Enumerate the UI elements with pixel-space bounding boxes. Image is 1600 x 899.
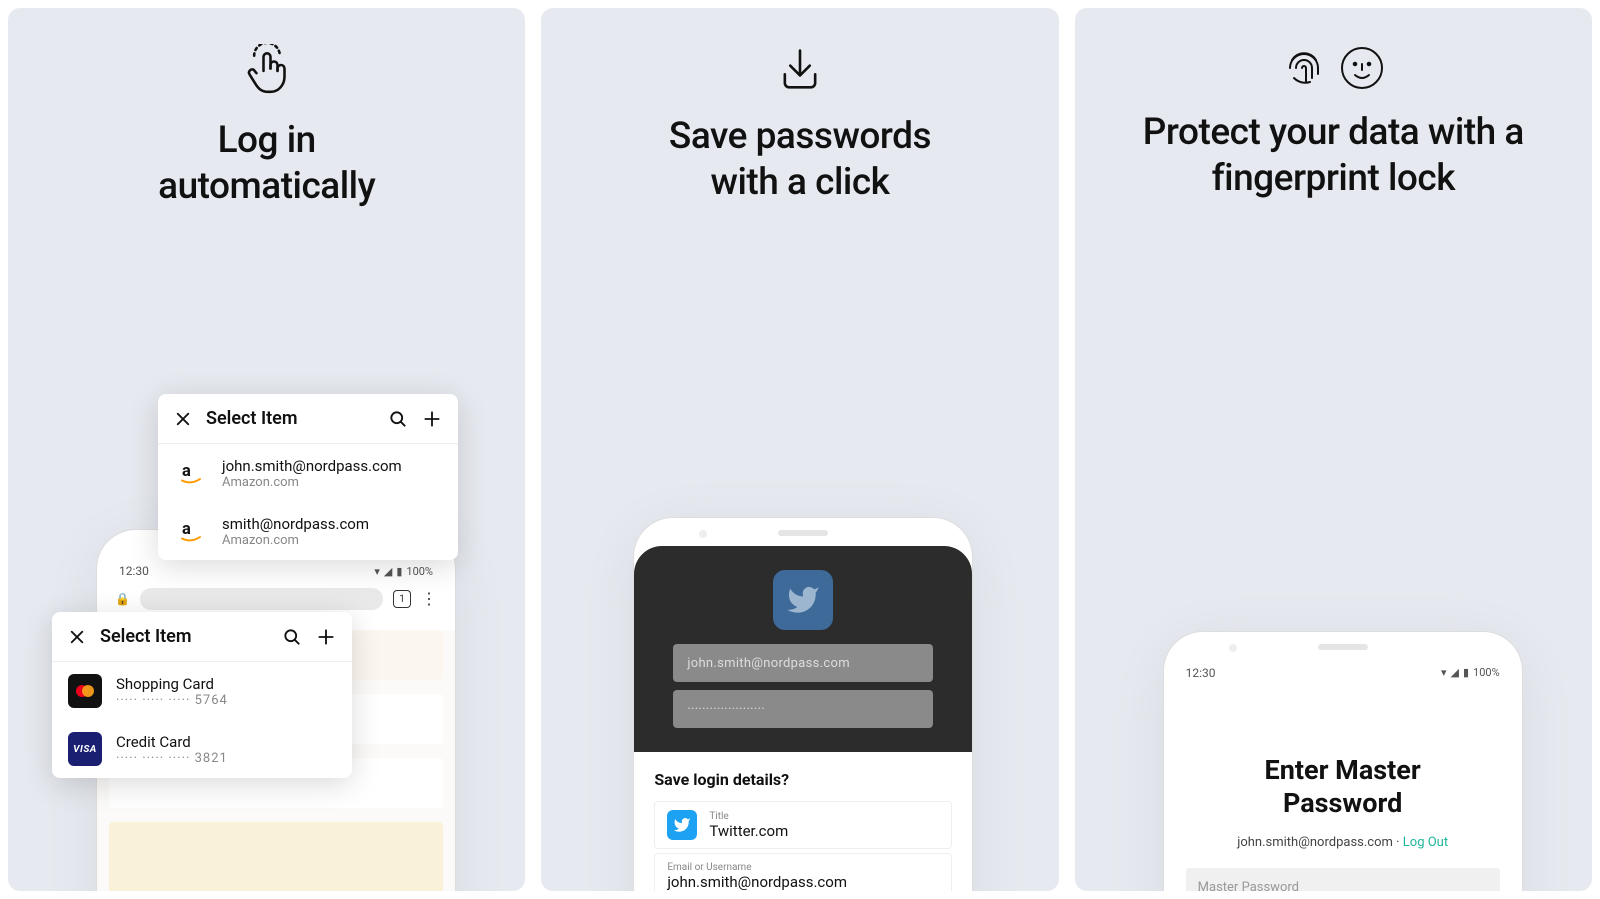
item-secondary: Amazon.com xyxy=(222,475,402,490)
search-icon[interactable] xyxy=(282,627,302,647)
hero-icon-row xyxy=(239,44,295,100)
field-label: Title xyxy=(709,811,939,822)
panel-save-passwords: Save passwordswith a click john.smith@no… xyxy=(541,8,1058,891)
wifi-icon: ▾ xyxy=(374,565,380,578)
phone-mock-2: john.smith@nordpass.com ················… xyxy=(633,517,973,891)
signal-icon: ◢ xyxy=(1451,666,1459,679)
item-secondary: ····· ····· ····· 3821 xyxy=(116,751,228,766)
title-field[interactable]: Title Twitter.com xyxy=(654,801,952,849)
item-primary: smith@nordpass.com xyxy=(222,515,369,533)
item-primary: Shopping Card xyxy=(116,675,228,693)
field-label: Email or Username xyxy=(667,862,939,873)
svg-text:a: a xyxy=(182,520,191,539)
lock-icon: 🔒 xyxy=(115,592,130,606)
field-value: Twitter.com xyxy=(709,822,939,840)
status-bar: 12:30 ▾ ◢ ▮ 100% xyxy=(97,558,455,582)
account-email: john.smith@nordpass.com xyxy=(1237,835,1393,850)
tab-count[interactable]: 1 xyxy=(393,590,411,608)
account-line: john.smith@nordpass.com · Log Out xyxy=(1186,835,1500,850)
site-password-field[interactable]: ····················· xyxy=(673,690,933,728)
card-item[interactable]: Shopping Card ····· ····· ····· 5764 xyxy=(52,662,352,720)
card-item[interactable]: VISA Credit Card ····· ····· ····· 3821 xyxy=(52,720,352,778)
face-id-icon xyxy=(1338,44,1386,92)
browser-menu-icon[interactable]: ⋮ xyxy=(421,591,437,607)
svg-text:a: a xyxy=(182,462,191,481)
battery-icon: ▮ xyxy=(1463,666,1469,679)
add-icon[interactable] xyxy=(316,627,336,647)
select-item-accounts-popup: Select Item a john.smith@nordpass.com Am… xyxy=(158,394,458,560)
popup-title: Select Item xyxy=(100,626,268,647)
fingerprint-icon xyxy=(1280,44,1328,92)
battery-icon: ▮ xyxy=(396,565,402,578)
status-time: 12:30 xyxy=(119,564,149,578)
amazon-icon: a xyxy=(174,456,208,490)
search-icon[interactable] xyxy=(388,409,408,429)
amazon-icon: a xyxy=(174,514,208,548)
username-field[interactable]: Email or Username john.smith@nordpass.co… xyxy=(654,853,952,891)
panel2-title: Save passwordswith a click xyxy=(669,114,931,207)
wifi-icon: ▾ xyxy=(1441,666,1447,679)
popup-title: Select Item xyxy=(206,408,374,429)
address-field[interactable] xyxy=(140,588,383,610)
item-primary: Credit Card xyxy=(116,733,228,751)
account-item[interactable]: a smith@nordpass.com Amazon.com xyxy=(158,502,458,560)
account-item[interactable]: a john.smith@nordpass.com Amazon.com xyxy=(158,444,458,502)
logout-link[interactable]: Log Out xyxy=(1403,835,1448,850)
item-primary: john.smith@nordpass.com xyxy=(222,457,402,475)
field-value: john.smith@nordpass.com xyxy=(667,873,939,891)
close-icon[interactable] xyxy=(68,628,86,646)
panel1-title: Log inautomatically xyxy=(158,118,375,211)
hero-icon-row xyxy=(1280,44,1386,92)
download-tray-icon xyxy=(774,44,826,96)
tap-hand-icon xyxy=(239,44,295,100)
master-password-title: Enter MasterPassword xyxy=(1186,754,1500,822)
save-login-sheet: Save login details? Title Twitter.com Em… xyxy=(634,752,972,891)
panel-fingerprint-lock: Protect your data with afingerprint lock… xyxy=(1075,8,1592,891)
panel3-title: Protect your data with afingerprint lock xyxy=(1143,110,1524,203)
battery-pct: 100% xyxy=(1473,666,1500,679)
phone-mock-3: 12:30 ▾ ◢ ▮ 100% Enter MasterPassword jo… xyxy=(1163,631,1523,892)
item-secondary: Amazon.com xyxy=(222,533,369,548)
status-bar: 12:30 ▾ ◢ ▮ 100% xyxy=(1164,660,1522,684)
browser-url-bar: 🔒 1 ⋮ xyxy=(97,582,455,616)
select-item-cards-popup: Select Item Shopping Card ····· ····· ··… xyxy=(52,612,352,778)
sheet-title: Save login details? xyxy=(654,770,952,789)
twitter-icon xyxy=(667,810,697,840)
close-icon[interactable] xyxy=(174,410,192,428)
battery-pct: 100% xyxy=(406,565,433,578)
twitter-app-icon xyxy=(773,570,833,630)
item-secondary: ····· ····· ····· 5764 xyxy=(116,693,228,708)
visa-icon: VISA xyxy=(68,732,102,766)
status-time: 12:30 xyxy=(1186,666,1216,680)
site-email-field[interactable]: john.smith@nordpass.com xyxy=(673,644,933,682)
hero-icon-row xyxy=(774,44,826,96)
master-password-input[interactable]: Master Password xyxy=(1186,868,1500,891)
panel-login-automatically: Log inautomatically 12:30 ▾ ◢ ▮ 100% 🔒 1… xyxy=(8,8,525,891)
signal-icon: ◢ xyxy=(384,565,392,578)
add-icon[interactable] xyxy=(422,409,442,429)
mastercard-icon xyxy=(68,674,102,708)
